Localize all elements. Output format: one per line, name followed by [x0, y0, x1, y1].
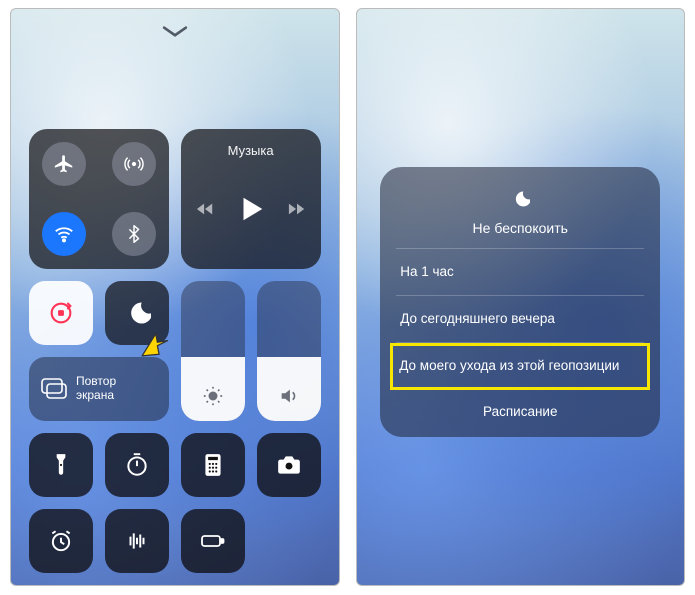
volume-icon: [257, 385, 321, 407]
play-button[interactable]: [236, 194, 266, 229]
calculator-button[interactable]: [181, 433, 245, 497]
brightness-icon: [181, 385, 245, 407]
timer-button[interactable]: [105, 433, 169, 497]
music-tile[interactable]: Музыка: [181, 129, 321, 269]
wifi-toggle[interactable]: [42, 212, 86, 256]
dnd-option-1hour[interactable]: На 1 час: [396, 249, 644, 296]
screen-mirroring-button[interactable]: Повторэкрана: [29, 357, 169, 421]
airplane-mode-toggle[interactable]: [42, 142, 86, 186]
dnd-title: Не беспокоить: [473, 220, 568, 236]
volume-slider[interactable]: [257, 281, 321, 421]
dnd-option-until-leave-location[interactable]: До моего ухода из этой геопозиции: [390, 343, 650, 389]
cellular-data-toggle[interactable]: [112, 142, 156, 186]
screen-mirroring-label: Повторэкрана: [76, 375, 116, 403]
dnd-schedule-link[interactable]: Расписание: [396, 390, 644, 419]
camera-button[interactable]: [257, 433, 321, 497]
bluetooth-toggle[interactable]: [112, 212, 156, 256]
prev-track-button[interactable]: [196, 200, 214, 223]
control-center-screen: Музыка: [10, 8, 340, 586]
low-power-button[interactable]: [181, 509, 245, 573]
moon-icon: [510, 189, 530, 214]
dnd-panel: Не беспокоить На 1 час До сегодняшнего в…: [380, 167, 660, 437]
voice-memos-button[interactable]: [105, 509, 169, 573]
connectivity-tile[interactable]: [29, 129, 169, 269]
brightness-slider[interactable]: [181, 281, 245, 421]
tutorial-cursor-arrow: [137, 327, 171, 361]
music-label: Музыка: [181, 143, 321, 158]
orientation-lock-button[interactable]: [29, 281, 93, 345]
flashlight-button[interactable]: [29, 433, 93, 497]
collapse-chevron[interactable]: [29, 25, 321, 39]
dnd-options-screen: Не беспокоить На 1 час До сегодняшнего в…: [356, 8, 686, 586]
next-track-button[interactable]: [288, 200, 306, 223]
dnd-option-until-evening[interactable]: До сегодняшнего вечера: [396, 296, 644, 343]
alarm-button[interactable]: [29, 509, 93, 573]
